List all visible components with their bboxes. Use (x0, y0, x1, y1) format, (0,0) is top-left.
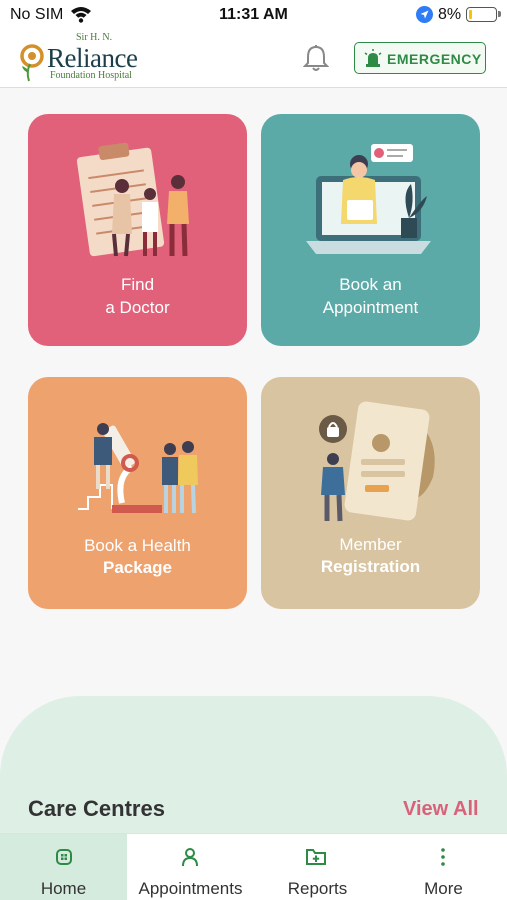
book-appointment-card[interactable]: Book an Appointment (261, 114, 480, 346)
health-package-line2: Package (103, 558, 172, 577)
registration-phone-icon (319, 401, 435, 522)
care-centres-title: Care Centres (28, 796, 165, 821)
battery-icon (466, 7, 497, 22)
book-appointment-line1: Book an (339, 275, 402, 294)
nav-home-label: Home (40, 879, 87, 898)
view-all-link[interactable]: View All (403, 798, 479, 821)
bell-icon[interactable] (303, 44, 329, 72)
hospital-logo[interactable]: Sir H. N. Reliance Foundation Hospital (20, 32, 150, 84)
nav-more[interactable]: More (380, 834, 507, 900)
health-package-line1: Book a Health (84, 536, 191, 555)
logo-prefix: Sir H. N. (76, 32, 113, 43)
find-doctor-card[interactable]: Find a Doctor (28, 114, 247, 346)
folder-plus-icon (306, 849, 326, 865)
person-icon (182, 848, 198, 867)
member-registration-line1: Member (339, 535, 402, 554)
emergency-button[interactable]: EMERGENCY (354, 42, 486, 74)
app-header: Sir H. N. Reliance Foundation Hospital E… (0, 30, 507, 88)
home-grid-icon (56, 849, 72, 865)
nav-home[interactable]: Home (0, 834, 127, 900)
health-package-card[interactable]: Book a Health Package (28, 377, 247, 609)
member-registration-card[interactable]: Member Registration (261, 377, 480, 609)
book-appointment-line2: Appointment (322, 298, 419, 317)
location-icon (416, 6, 433, 23)
battery-percent: 8% (438, 6, 462, 23)
find-doctor-line2: a Doctor (105, 298, 170, 317)
more-vertical-icon (441, 848, 445, 866)
find-doctor-line1: Find (120, 275, 155, 294)
nav-appointments-label: Appointments (138, 879, 243, 898)
battery-tip (498, 11, 501, 17)
nav-appointments[interactable]: Appointments (127, 834, 254, 900)
nav-reports-label: Reports (287, 879, 348, 898)
laptop-consultation-icon (306, 144, 431, 254)
logo-subtitle: Foundation Hospital (50, 70, 132, 81)
emergency-label: EMERGENCY (387, 51, 482, 67)
doctors-clipboard-icon (76, 142, 189, 257)
siren-icon (364, 49, 382, 67)
member-registration-line2: Registration (320, 557, 421, 576)
logo-mark-icon (20, 44, 44, 82)
status-bar: No SIM 11:31 AM 8% (0, 0, 507, 30)
microscope-research-icon (78, 423, 198, 514)
nav-more-label: More (424, 879, 463, 898)
nav-reports[interactable]: Reports (254, 834, 381, 900)
bottom-navigation: Home Appointments Reports More (0, 833, 507, 900)
